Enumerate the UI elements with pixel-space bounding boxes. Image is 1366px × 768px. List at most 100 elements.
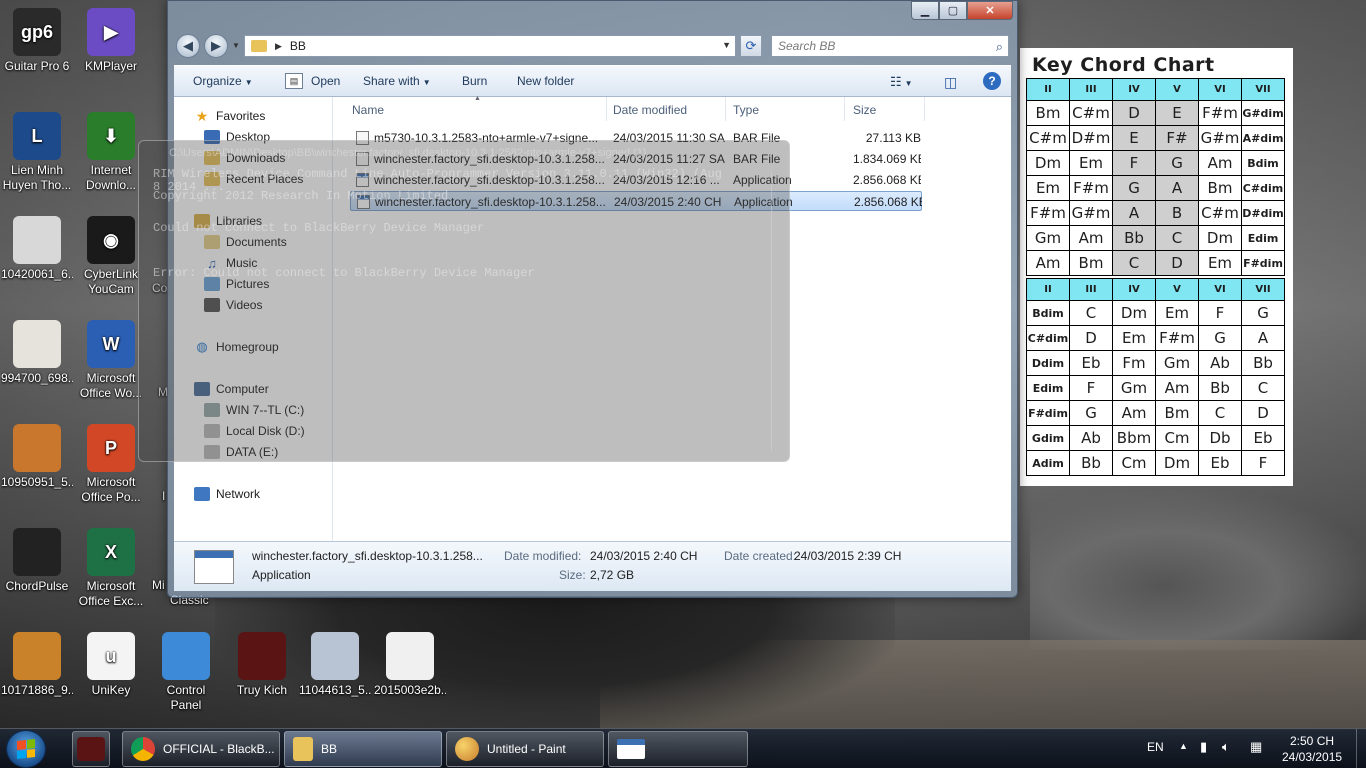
view-options-icon[interactable]: ☷ ▼ <box>890 74 913 90</box>
details-modified-label: Date modified: <box>504 549 582 563</box>
chord-cell: G#m <box>1198 125 1242 151</box>
burn-button[interactable]: Burn <box>462 74 487 88</box>
nav-favorites[interactable]: ★ Favorites <box>194 108 266 124</box>
desktop-icon[interactable]: W Microsoft Office Wo... <box>75 320 147 401</box>
show-desktop-button[interactable] <box>1356 729 1366 768</box>
desktop-icon[interactable]: 2015003e2b... <box>374 632 446 698</box>
clock-time[interactable]: 2:50 CH <box>1290 734 1334 748</box>
nav-network[interactable]: Network <box>194 487 260 501</box>
desktop-icon[interactable]: ChordPulse <box>1 528 73 594</box>
desktop-icon[interactable]: 10950951_5... <box>1 424 73 490</box>
desktop-icon[interactable]: ◉ CyberLink YouCam <box>75 216 147 297</box>
chord-cell: F#m <box>1069 175 1113 201</box>
column-size[interactable]: Size <box>853 103 876 117</box>
chord-cell: Em <box>1069 150 1113 176</box>
taskbar-paint[interactable]: Untitled - Paint <box>446 731 604 767</box>
details-created-value: 24/03/2015 2:39 CH <box>794 549 902 563</box>
application-thumbnail-icon <box>194 550 234 584</box>
app-icon <box>386 632 434 680</box>
show-hidden-icons[interactable]: ▲ <box>1179 741 1188 751</box>
desktop-icon[interactable]: 994700_698... <box>1 320 73 386</box>
column-name[interactable]: Name <box>352 103 384 117</box>
clock-date[interactable]: 24/03/2015 <box>1282 750 1342 764</box>
chord-cell: Am <box>1069 225 1113 251</box>
breadcrumb-chevron-icon[interactable]: ▶ <box>275 41 282 52</box>
taskbar-app[interactable] <box>608 731 748 767</box>
chord-header-cell: V <box>1155 278 1199 301</box>
chord-table-top: II III IV V VI VII Bm C#m D E F#m G#dim C#m D#m E F# G#m… <box>1026 78 1285 276</box>
taskbar-truykich[interactable] <box>72 731 110 767</box>
chord-cell: D <box>1069 325 1113 351</box>
console-window-ghost[interactable]: C:\Users\ADMIN\Desktop\BB\winchester.fac… <box>138 140 790 462</box>
desktop-icon[interactable]: u UniKey <box>75 632 147 698</box>
column-divider[interactable] <box>606 97 607 121</box>
desktop-icon-label: ChordPulse <box>5 579 69 593</box>
console-line: RIM Wireless Device Command Line Auto-Pr… <box>153 167 722 181</box>
chord-cell: F <box>1112 150 1156 176</box>
taskbar-chrome[interactable]: OFFICIAL - BlackB... <box>122 731 280 767</box>
chord-cell: Bdim <box>1026 300 1070 326</box>
forward-button[interactable]: ▶ <box>204 34 228 58</box>
address-bar[interactable]: ▶ BB ▼ <box>244 35 736 57</box>
chord-cell: F#m <box>1026 200 1070 226</box>
refresh-button[interactable]: ⟳ <box>740 35 762 57</box>
taskbar-explorer[interactable]: BB <box>284 731 442 767</box>
open-button[interactable]: Open <box>311 74 340 88</box>
search-icon[interactable]: ⌕ <box>996 39 1003 55</box>
preview-pane-icon[interactable]: ◫ <box>944 74 957 91</box>
console-scrollbar[interactable] <box>771 171 785 451</box>
help-button[interactable]: ? <box>983 72 1001 90</box>
desktop-icon[interactable]: Truy Kich <box>226 632 298 698</box>
chord-cell: Dm <box>1198 225 1242 251</box>
desktop-icon[interactable]: 10420061_6... <box>1 216 73 282</box>
desktop-icon[interactable]: gp6 Guitar Pro 6 <box>1 8 73 74</box>
desktop-icon[interactable]: 11044613_5... <box>299 632 371 698</box>
chord-cell: E <box>1155 100 1199 126</box>
chord-cell: D <box>1155 250 1199 276</box>
chord-cell: F#dim <box>1241 250 1285 276</box>
network-tray-icon[interactable]: ▦ <box>1250 739 1262 755</box>
maximize-button[interactable]: ▢ <box>939 1 967 20</box>
device-icon[interactable]: ▮ <box>1200 739 1207 755</box>
recent-pages-icon[interactable]: ▼ <box>232 41 240 50</box>
desktop-icon[interactable]: ▶ KMPlayer <box>75 8 147 74</box>
desktop-icon[interactable]: L Lien Minh Huyen Tho... <box>1 112 73 193</box>
share-with-button[interactable]: Share with ▼ <box>363 74 431 88</box>
column-divider[interactable] <box>844 97 845 121</box>
address-dropdown-icon[interactable]: ▼ <box>722 40 731 50</box>
desktop-icon-label: Guitar Pro 6 <box>4 59 70 73</box>
chord-header-cell: II <box>1026 78 1070 101</box>
desktop-icon[interactable]: ⬇ Internet Downlo... <box>75 112 147 193</box>
column-type[interactable]: Type <box>733 103 759 117</box>
chord-cell: Em <box>1026 175 1070 201</box>
new-folder-button[interactable]: New folder <box>517 74 574 88</box>
chord-cell: Eb <box>1198 450 1242 476</box>
console-line: Could not connect to BlackBerry Device M… <box>153 221 485 235</box>
organize-button[interactable]: Organize ▼ <box>193 74 253 88</box>
start-button[interactable] <box>6 730 46 768</box>
app-icon <box>162 632 210 680</box>
language-indicator[interactable]: EN <box>1147 740 1164 754</box>
desktop-icon[interactable]: 10171886_9... <box>1 632 73 698</box>
chord-chart-title: Key Chord Chart <box>1032 54 1215 76</box>
breadcrumb-current[interactable]: BB <box>290 39 306 53</box>
desktop-icon[interactable]: X Microsoft Office Exc... <box>75 528 147 609</box>
minimize-button[interactable]: ▁ <box>911 1 939 20</box>
column-divider[interactable] <box>924 97 925 121</box>
desktop-icon-label: Microsoft Office Exc... <box>78 579 144 608</box>
volume-icon[interactable]: 🔈︎ <box>1222 739 1230 755</box>
chord-cell: Bb <box>1241 350 1285 376</box>
chord-cell: C#dim <box>1026 325 1070 351</box>
file-size: 1.834.069 KB <box>853 152 921 166</box>
details-pane: winchester.factory_sfi.desktop-10.3.1.25… <box>174 541 1011 591</box>
desktop-icon[interactable]: Control Panel <box>150 632 222 713</box>
chord-cell: A <box>1241 325 1285 351</box>
close-button[interactable]: ✕ <box>967 1 1013 20</box>
desktop-icon[interactable]: P Microsoft Office Po... <box>75 424 147 505</box>
desktop-icon-label: 10950951_5... <box>1 475 73 489</box>
network-icon <box>194 487 210 501</box>
back-button[interactable]: ◀ <box>176 34 200 58</box>
search-input[interactable]: Search BB ⌕ <box>771 35 1009 57</box>
column-date-modified[interactable]: Date modified <box>613 103 687 117</box>
column-divider[interactable] <box>725 97 726 121</box>
